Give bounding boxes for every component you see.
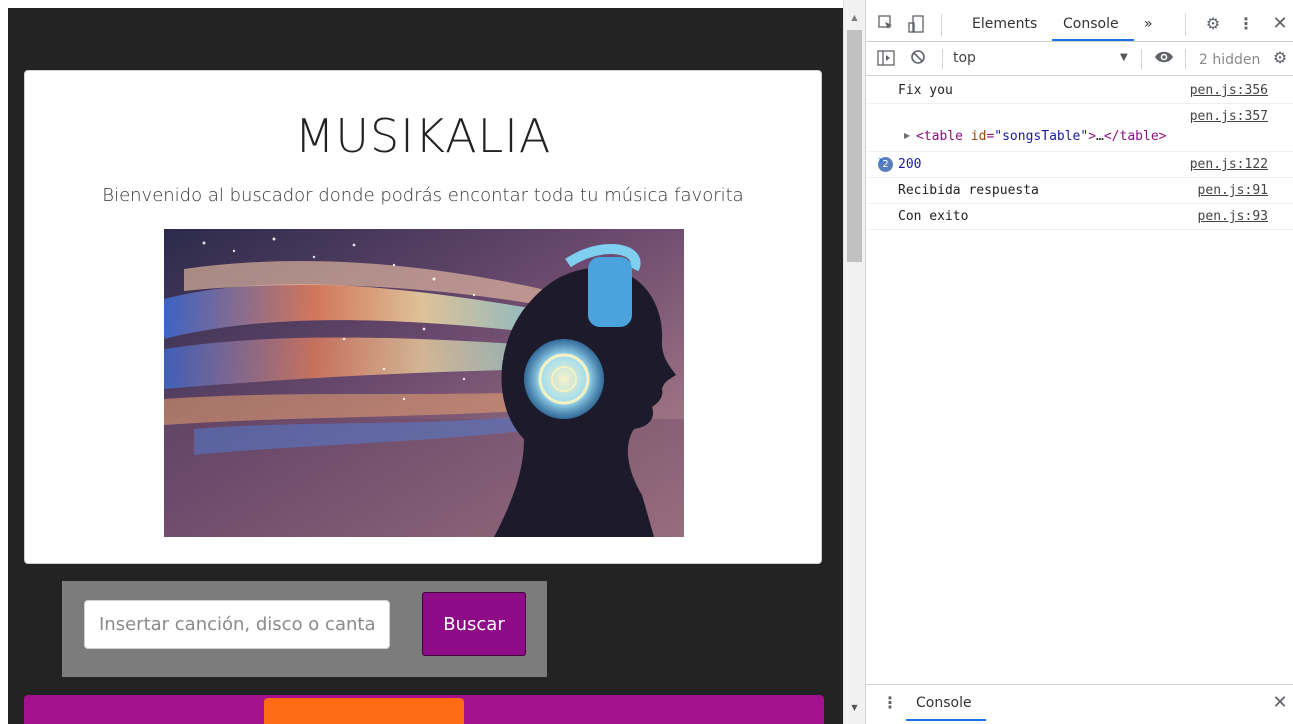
log-text: Con exito (898, 209, 969, 224)
drawer-tab-console[interactable]: Console (916, 695, 972, 711)
hero-image (164, 229, 684, 537)
log-source-link[interactable]: pen.js:91 (1198, 183, 1268, 198)
log-text: 200 (898, 157, 922, 172)
page-subtitle: Bienvenido al buscador donde podrás enco… (102, 185, 744, 206)
kebab-menu-icon[interactable]: ⋮ (1238, 14, 1254, 34)
log-text: Fix you (898, 83, 953, 98)
close-devtools-icon[interactable]: ✕ (1271, 14, 1289, 34)
log-source-link[interactable]: pen.js:93 (1198, 209, 1268, 224)
search-button[interactable]: Buscar (422, 592, 526, 656)
hero-card: MUSIKALIA Bienvenido al buscador donde p… (24, 70, 822, 564)
console-message[interactable]: Con exito pen.js:93 (866, 204, 1293, 230)
page-title: MUSIKALIA (294, 109, 552, 163)
inspect-element-icon[interactable] (876, 15, 896, 36)
scroll-thumb[interactable] (847, 30, 862, 262)
page-preview: MUSIKALIA Bienvenido al buscador donde p… (0, 0, 843, 724)
log-source-link[interactable]: pen.js:356 (1190, 83, 1268, 98)
device-toolbar-icon[interactable] (906, 15, 926, 38)
drawer-active-tab-indicator (906, 719, 986, 721)
more-tabs-icon[interactable]: » (1144, 16, 1153, 32)
devtools-toolbar: Elements Console » ⚙ ⋮ ✕ (866, 8, 1293, 42)
console-message[interactable]: pen.js:357 ▶ <table id="songsTable">…</t… (866, 104, 1293, 152)
console-prompt-icon[interactable]: › (878, 153, 884, 169)
log-source-link[interactable]: pen.js:357 (1190, 109, 1268, 124)
console-sidebar-icon[interactable] (876, 50, 896, 71)
console-message[interactable]: Fix you pen.js:356 (866, 78, 1293, 104)
close-drawer-icon[interactable]: ✕ (1271, 693, 1289, 713)
active-tab-indicator (1052, 39, 1134, 41)
clear-console-icon[interactable] (908, 49, 928, 70)
toolbar-separator (942, 49, 943, 69)
log-source-link[interactable]: pen.js:122 (1190, 157, 1268, 172)
console-message[interactable]: 2 200 pen.js:122 (866, 152, 1293, 178)
toolbar-separator (1185, 14, 1186, 36)
toolbar-separator (1185, 49, 1186, 69)
tab-console[interactable]: Console (1063, 16, 1119, 32)
toolbar-separator (1141, 49, 1142, 69)
console-log-area[interactable]: Fix you pen.js:356 pen.js:357 ▶ <table i… (866, 78, 1293, 230)
console-settings-gear-icon[interactable]: ⚙ (1270, 48, 1290, 68)
scroll-up-icon[interactable]: ▲ (844, 10, 865, 26)
devtools-panel: Elements Console » ⚙ ⋮ ✕ top ▼ 2 hidden … (865, 0, 1293, 724)
dom-node-preview[interactable]: <table id="songsTable">…</table> (916, 129, 1166, 144)
log-text: Recibida respuesta (898, 183, 1039, 198)
expand-triangle-icon[interactable]: ▶ (904, 131, 910, 140)
console-message[interactable]: Recibida respuesta pen.js:91 (866, 178, 1293, 204)
console-drawer-bar: ⋮ Console ✕ (866, 684, 1293, 724)
results-header-strip (24, 695, 824, 724)
results-tab[interactable] (264, 698, 464, 724)
toolbar-separator (941, 14, 942, 36)
console-filter-bar: top ▼ 2 hidden ⚙ (866, 42, 1293, 76)
tab-elements[interactable]: Elements (972, 16, 1037, 32)
page-scrollbar[interactable]: ▲ ▼ (843, 0, 865, 724)
search-input[interactable] (84, 600, 390, 649)
context-selector[interactable]: top (953, 50, 1133, 70)
hidden-messages-count[interactable]: 2 hidden (1199, 52, 1260, 68)
settings-gear-icon[interactable]: ⚙ (1203, 14, 1223, 34)
drawer-menu-icon[interactable]: ⋮ (882, 693, 898, 713)
search-panel: Buscar (62, 581, 547, 677)
eye-icon[interactable] (1153, 49, 1175, 69)
scroll-down-icon[interactable]: ▼ (844, 700, 865, 716)
chevron-down-icon: ▼ (1120, 52, 1128, 63)
